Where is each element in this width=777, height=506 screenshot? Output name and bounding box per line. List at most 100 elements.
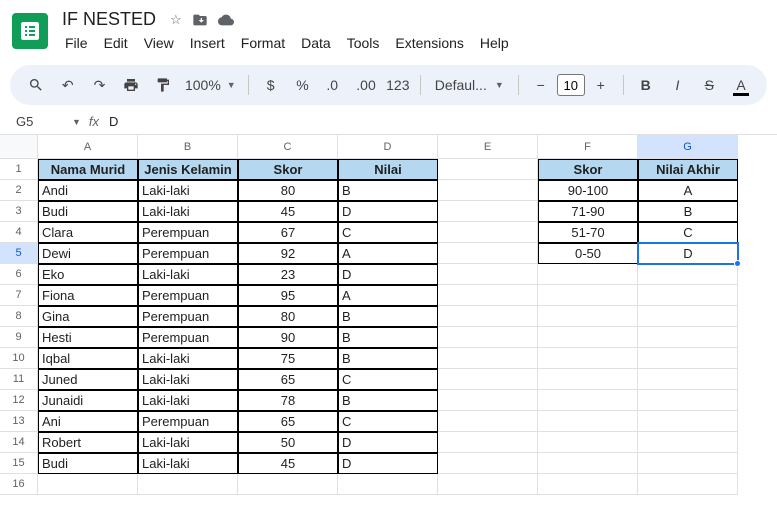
cell[interactable]: 45 <box>238 201 338 222</box>
select-all-corner[interactable] <box>0 135 38 159</box>
menu-tools[interactable]: Tools <box>340 33 387 53</box>
cell[interactable] <box>438 369 538 390</box>
cell[interactable]: 92 <box>238 243 338 264</box>
row-header[interactable]: 4 <box>0 222 38 243</box>
cell[interactable] <box>438 411 538 432</box>
font-size-input[interactable] <box>557 74 585 96</box>
paint-format-icon[interactable] <box>149 71 177 99</box>
cell[interactable]: Nilai Akhir <box>638 159 738 180</box>
cell[interactable]: Andi <box>38 180 138 201</box>
strikethrough-icon[interactable]: S <box>695 71 723 99</box>
cell[interactable]: Eko <box>38 264 138 285</box>
bold-icon[interactable]: B <box>632 71 660 99</box>
cell[interactable]: Perempuan <box>138 411 238 432</box>
cell[interactable] <box>38 474 138 495</box>
cell[interactable] <box>538 453 638 474</box>
cell[interactable] <box>638 348 738 369</box>
cell[interactable]: Perempuan <box>138 285 238 306</box>
menu-view[interactable]: View <box>137 33 181 53</box>
row-header[interactable]: 15 <box>0 453 38 474</box>
row-header[interactable]: 12 <box>0 390 38 411</box>
row-header[interactable]: 3 <box>0 201 38 222</box>
cell[interactable]: A <box>338 285 438 306</box>
cell[interactable]: Perempuan <box>138 222 238 243</box>
cell[interactable]: Budi <box>38 201 138 222</box>
cell[interactable]: Skor <box>238 159 338 180</box>
cell[interactable]: D <box>338 453 438 474</box>
cell[interactable] <box>438 180 538 201</box>
menu-data[interactable]: Data <box>294 33 338 53</box>
cell[interactable]: D <box>638 243 738 264</box>
row-header[interactable]: 9 <box>0 327 38 348</box>
cell[interactable] <box>538 264 638 285</box>
cell[interactable] <box>638 369 738 390</box>
print-icon[interactable] <box>117 71 145 99</box>
row-header[interactable]: 6 <box>0 264 38 285</box>
cell[interactable]: C <box>338 369 438 390</box>
col-header[interactable]: E <box>438 135 538 159</box>
cell[interactable] <box>538 474 638 495</box>
cell[interactable] <box>638 264 738 285</box>
more-formats-icon[interactable]: 123 <box>384 71 412 99</box>
cell[interactable]: D <box>338 432 438 453</box>
cell[interactable]: Robert <box>38 432 138 453</box>
cell[interactable]: Perempuan <box>138 243 238 264</box>
cell[interactable]: 51-70 <box>538 222 638 243</box>
cell[interactable]: D <box>338 201 438 222</box>
cell[interactable]: 80 <box>238 180 338 201</box>
increase-font-icon[interactable]: + <box>587 71 615 99</box>
move-icon[interactable] <box>192 12 208 28</box>
cell[interactable] <box>538 369 638 390</box>
cell[interactable]: C <box>338 222 438 243</box>
cell[interactable]: Jenis Kelamin <box>138 159 238 180</box>
cell[interactable] <box>438 201 538 222</box>
cell[interactable]: Iqbal <box>38 348 138 369</box>
cell[interactable] <box>438 243 538 264</box>
col-header[interactable]: F <box>538 135 638 159</box>
text-color-icon[interactable]: A <box>727 71 755 99</box>
cell[interactable]: 45 <box>238 453 338 474</box>
cell[interactable]: 71-90 <box>538 201 638 222</box>
col-header[interactable]: A <box>38 135 138 159</box>
cell[interactable]: 95 <box>238 285 338 306</box>
cell[interactable] <box>638 327 738 348</box>
cell[interactable]: 0-50 <box>538 243 638 264</box>
col-header[interactable]: C <box>238 135 338 159</box>
decrease-font-icon[interactable]: − <box>527 71 555 99</box>
cell[interactable] <box>438 159 538 180</box>
cell[interactable]: B <box>338 306 438 327</box>
cell[interactable]: 75 <box>238 348 338 369</box>
cell[interactable]: 23 <box>238 264 338 285</box>
cell[interactable] <box>438 390 538 411</box>
menu-file[interactable]: File <box>58 33 95 53</box>
cell[interactable] <box>538 348 638 369</box>
name-box[interactable]: G5 <box>12 112 62 131</box>
col-header[interactable]: B <box>138 135 238 159</box>
row-header[interactable]: 13 <box>0 411 38 432</box>
cell[interactable]: 80 <box>238 306 338 327</box>
cell[interactable]: Perempuan <box>138 306 238 327</box>
cell[interactable]: A <box>638 180 738 201</box>
undo-icon[interactable]: ↶ <box>54 71 82 99</box>
cell[interactable]: 65 <box>238 369 338 390</box>
cell[interactable] <box>538 390 638 411</box>
cell[interactable] <box>438 432 538 453</box>
cell[interactable] <box>538 327 638 348</box>
redo-icon[interactable]: ↷ <box>86 71 114 99</box>
cell[interactable]: Laki-laki <box>138 264 238 285</box>
cell[interactable] <box>638 306 738 327</box>
cell[interactable]: Nilai <box>338 159 438 180</box>
cell[interactable]: Hesti <box>38 327 138 348</box>
cell[interactable] <box>238 474 338 495</box>
cell[interactable]: Budi <box>38 453 138 474</box>
cell[interactable]: B <box>338 327 438 348</box>
cell[interactable]: Laki-laki <box>138 453 238 474</box>
menu-format[interactable]: Format <box>234 33 292 53</box>
cell[interactable] <box>438 327 538 348</box>
cell[interactable]: 67 <box>238 222 338 243</box>
cell[interactable]: Laki-laki <box>138 390 238 411</box>
cell[interactable]: Laki-laki <box>138 180 238 201</box>
cell[interactable]: Laki-laki <box>138 369 238 390</box>
cell[interactable] <box>638 432 738 453</box>
cell[interactable]: 90 <box>238 327 338 348</box>
